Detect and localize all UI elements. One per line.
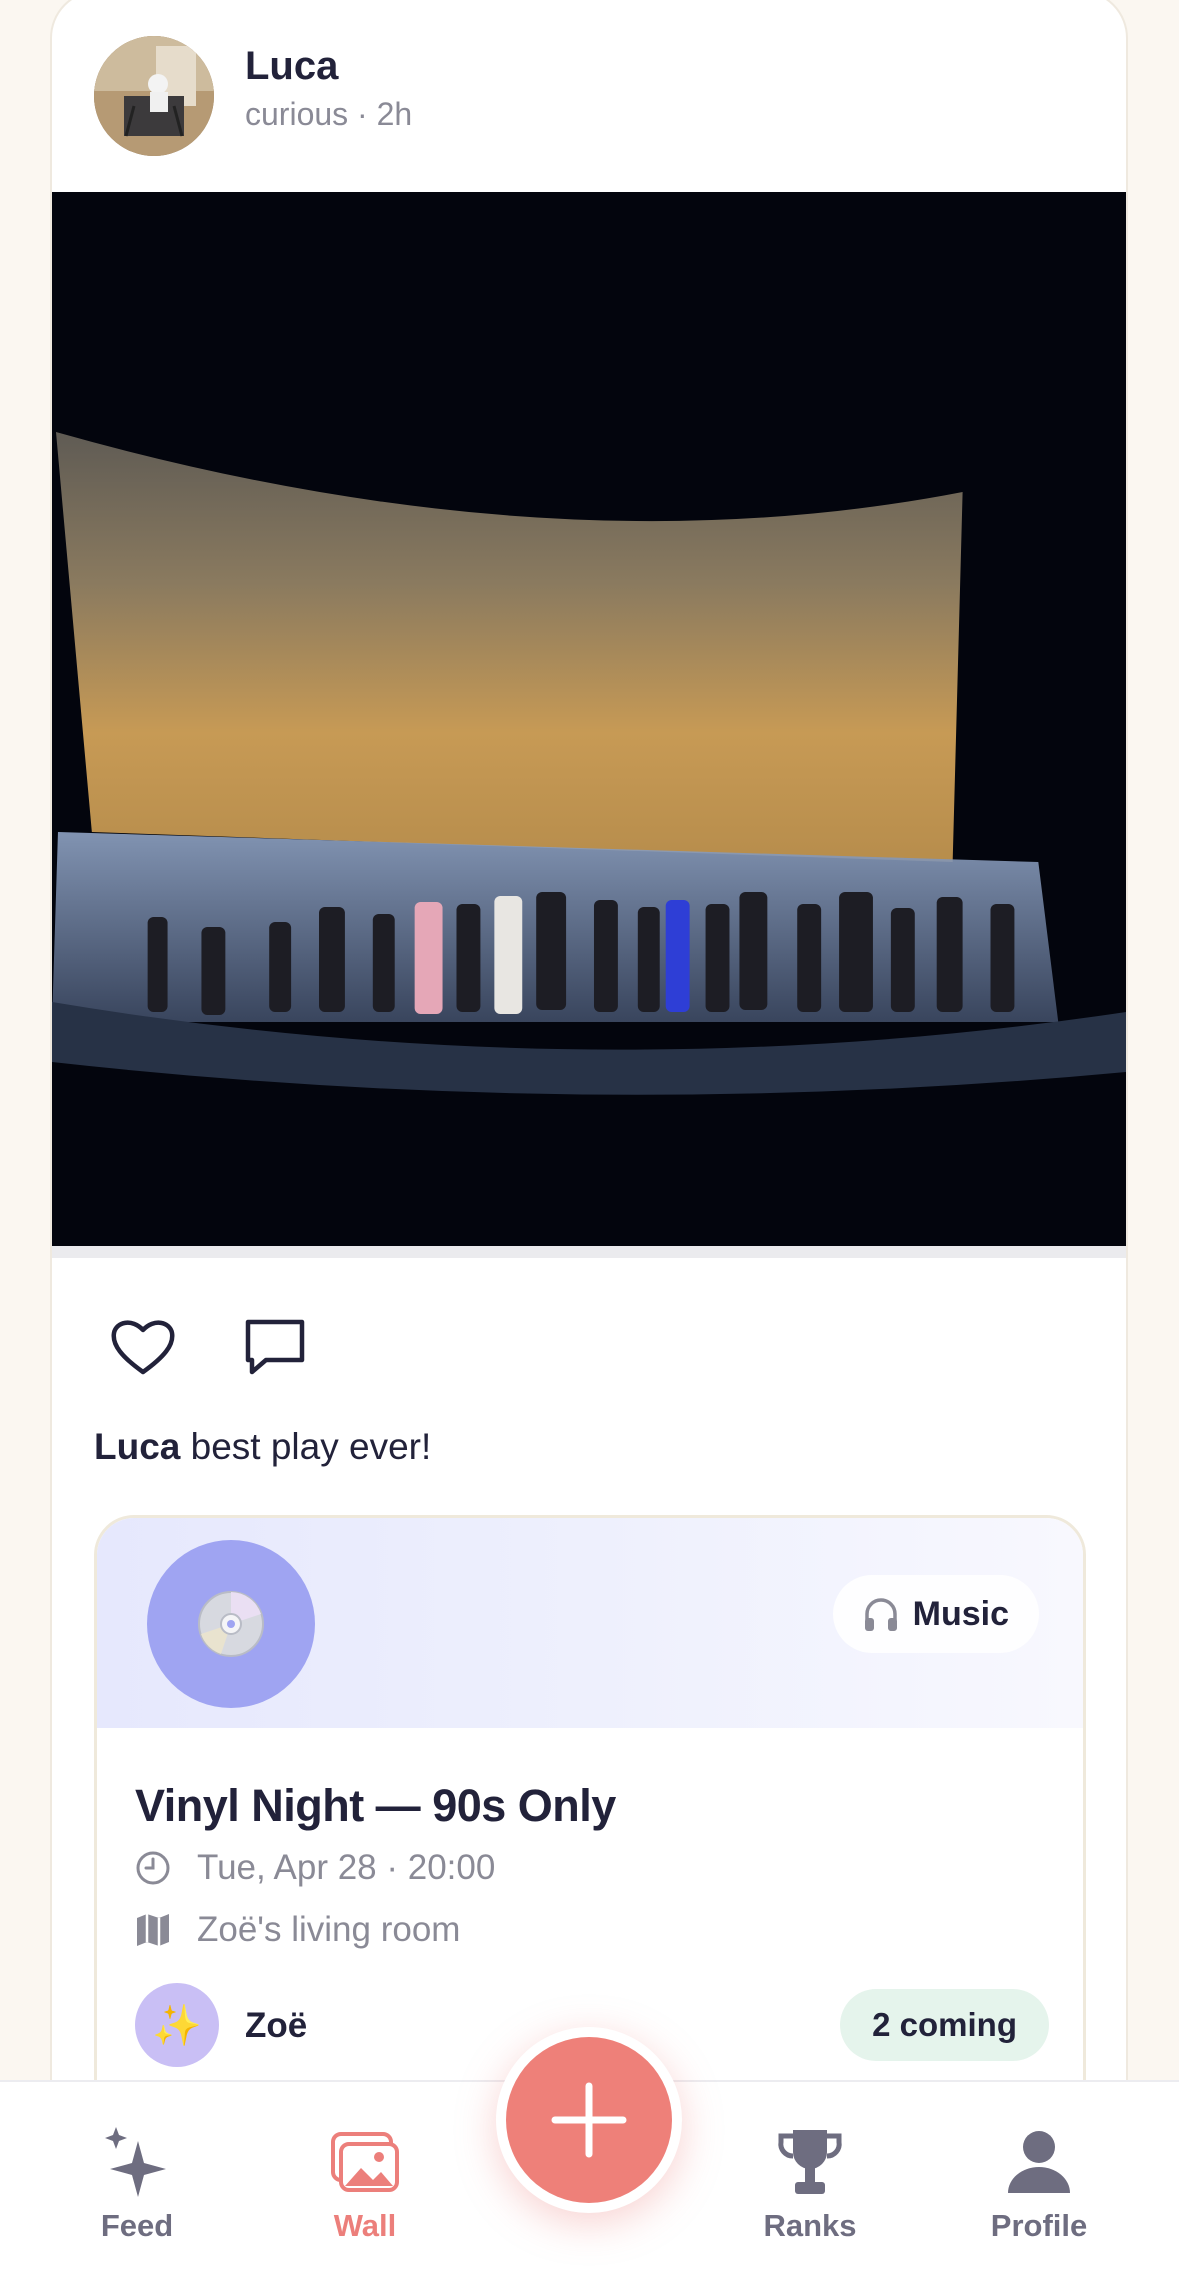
post-caption: Luca best play ever! — [94, 1426, 431, 1468]
event-disc — [147, 1540, 315, 1708]
author-avatar[interactable] — [94, 36, 214, 156]
post-meta: curious · 2h — [245, 96, 413, 132]
event-banner: Music — [97, 1518, 1083, 1728]
caption-author[interactable]: Luca — [94, 1426, 180, 1467]
map-icon — [137, 1914, 169, 1946]
author-name[interactable]: Luca — [245, 44, 338, 89]
photos-icon — [331, 2132, 399, 2192]
caption-text: best play ever! — [180, 1426, 432, 1467]
comment-button[interactable] — [240, 1312, 310, 1382]
post-photo[interactable] — [52, 192, 1126, 1256]
heart-icon — [111, 1320, 175, 1375]
tab-feed[interactable]: Feed — [37, 2082, 237, 2286]
clock-icon — [136, 1851, 170, 1885]
tab-ranks-label: Ranks — [763, 2208, 857, 2243]
post-actions — [108, 1312, 408, 1382]
event-place-row: Zoë's living room — [135, 1910, 460, 1950]
plus-icon — [551, 2082, 627, 2158]
sparkles-icon — [105, 2127, 166, 2197]
headphones-icon — [864, 1598, 897, 1631]
post-card: Luca curious · 2h Luca best play ever! M… — [50, 0, 1128, 2190]
like-button[interactable] — [108, 1312, 178, 1382]
host-name[interactable]: Zoë — [245, 2006, 307, 2046]
category-label: Music — [912, 1594, 1009, 1633]
trophy-icon — [778, 2130, 842, 2194]
person-icon — [1008, 2131, 1070, 2193]
tab-wall-label: Wall — [333, 2208, 397, 2243]
photo-divider — [52, 1246, 1126, 1258]
cd-icon — [198, 1591, 264, 1657]
event-time: Tue, Apr 28 · 20:00 — [197, 1848, 496, 1887]
post-header: Luca curious · 2h — [52, 0, 1126, 192]
event-place: Zoë's living room — [197, 1910, 461, 1949]
event-time-row: Tue, Apr 28 · 20:00 — [135, 1848, 495, 1888]
tab-profile[interactable]: Profile — [939, 2082, 1139, 2286]
category-pill[interactable]: Music — [832, 1575, 1039, 1653]
create-post-button[interactable] — [506, 2037, 672, 2203]
tab-ranks[interactable]: Ranks — [710, 2082, 910, 2286]
tab-feed-label: Feed — [100, 2208, 174, 2243]
tab-wall[interactable]: Wall — [265, 2082, 465, 2286]
comment-icon — [245, 1319, 305, 1375]
event-title: Vinyl Night — 90s Only — [135, 1780, 616, 1831]
tab-profile-label: Profile — [990, 2208, 1088, 2243]
host-avatar[interactable]: ✨ — [135, 1983, 219, 2067]
attendee-count-badge[interactable]: 2 coming — [840, 1989, 1049, 2061]
